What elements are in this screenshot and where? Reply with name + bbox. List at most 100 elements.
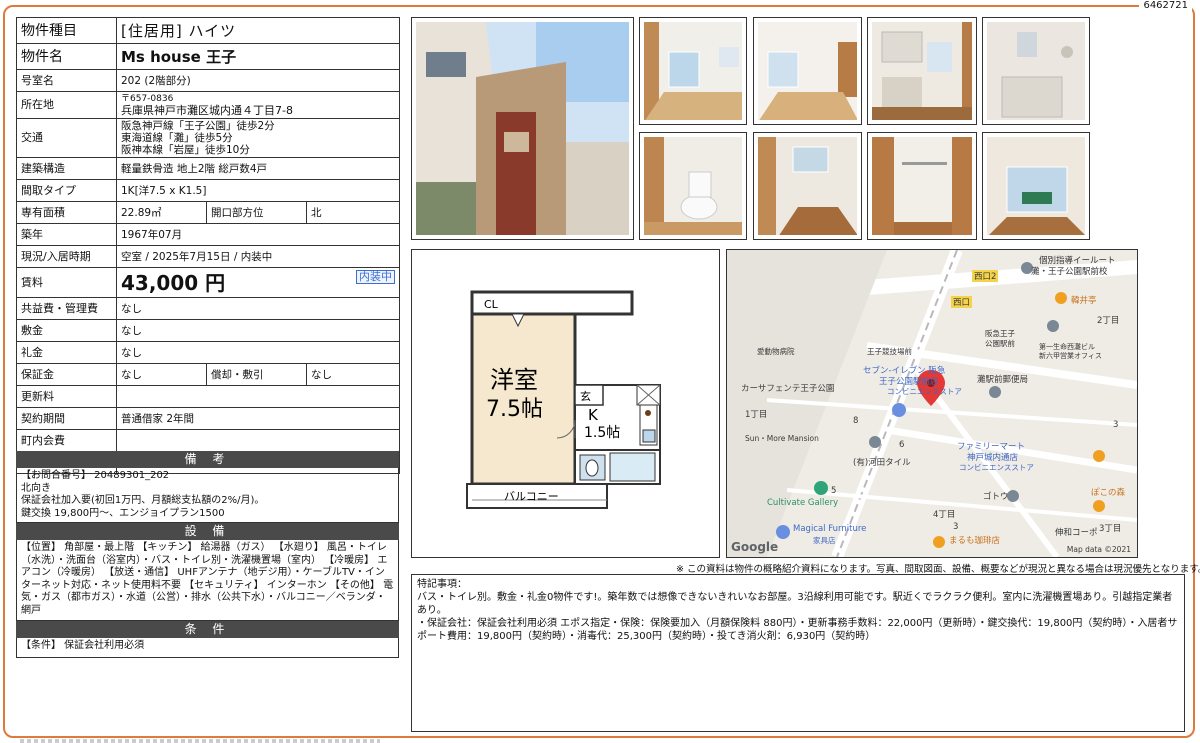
conditions-header: 条 件 <box>16 621 399 638</box>
location-map[interactable]: 個別指導イールート 灘・王子公園駅前校 西口2 西口 韓井亭 2丁目 阪急王子 … <box>726 249 1138 558</box>
structure-label: 建築構造 <box>16 157 117 180</box>
map-label: 3丁目 <box>1099 524 1122 534</box>
area-value: 22.89㎡ <box>116 201 207 224</box>
traffic-line-3: 阪神本線「岩屋」徒歩10分 <box>121 144 250 156</box>
floor-plan: CL 洋室 7.5帖 玄 K 1.5帖 バルコニー <box>411 249 720 558</box>
special-notes-box: 特記事項： バス・トイレ別。敷金・礼金0物件です!。築年数では想像できないきれい… <box>411 574 1185 732</box>
room-image-2 <box>758 22 857 120</box>
balcony-image <box>987 137 1085 235</box>
disclaimer-note: ※ この資料は物件の概略紹介資料になります。写真、間取図面、設備、概要などが現況… <box>676 564 1200 575</box>
contract-value: 普通借家 2年間 <box>115 407 401 430</box>
guarantee-value: なし <box>116 363 207 386</box>
map-label: 新六甲営業オフィス <box>1039 352 1102 360</box>
closet-image <box>872 137 972 235</box>
floor-plan-drawing: CL 洋室 7.5帖 玄 K 1.5帖 バルコニー <box>466 290 661 509</box>
special-notes-line-2: ・保証会社：保証会社利用必須 エポス指定・保険：保険要加入（月額保険料 880円… <box>417 618 1178 642</box>
plan-balcony: バルコニー <box>504 490 559 503</box>
equipment-text: 【位置】 角部屋・最上階 【キッチン】 給湯器（ガス） 【水廻り】 風呂・トイレ… <box>21 542 394 616</box>
layout-label: 間取タイプ <box>16 179 117 202</box>
map-label: 5 <box>831 486 837 496</box>
direction-label: 開口部方位 <box>206 201 307 224</box>
rent-value: 43,000 円 <box>121 270 226 295</box>
common-fee-label: 共益費・管理費 <box>16 297 117 320</box>
map-label: (有)河田タイル <box>853 458 911 468</box>
traffic-line-2: 東海道線「灘」徒歩5分 <box>121 132 233 144</box>
remarks-header: 備 考 <box>16 451 399 468</box>
property-name: Ms house 王子 <box>115 43 401 70</box>
entrance-photo[interactable] <box>753 132 862 240</box>
map-label: コンビニエンスストア <box>887 387 962 396</box>
map-label: 6 <box>899 440 905 450</box>
special-notes-title: 特記事項： <box>417 579 467 590</box>
room-photo-1[interactable] <box>639 17 747 125</box>
amortization-value: なし <box>305 363 401 386</box>
exterior-photo[interactable] <box>411 17 634 240</box>
google-logo: Google <box>731 540 779 554</box>
type-value: [住居用] ハイツ <box>115 17 401 44</box>
map-label: 3 <box>1113 420 1119 430</box>
interior-badge: 内装中 <box>356 270 396 284</box>
town-fee-label: 町内会費 <box>16 429 117 452</box>
rent-cell: 43,000 円 内装中 <box>115 267 401 298</box>
kitchen-photo[interactable] <box>867 17 977 125</box>
remarks-line-4: 鍵交換 19,800円〜、エンジョイプラン1500 <box>21 507 225 519</box>
footer-strip <box>20 739 380 743</box>
room-image-1 <box>644 22 742 120</box>
map-label: Cultivate Gallery <box>767 498 839 508</box>
layout-value: 1K[洋7.5 x K1.5] <box>115 179 401 202</box>
map-label: 1丁目 <box>745 410 768 420</box>
plan-kitchen: K <box>588 406 599 424</box>
deposit-label: 敷金 <box>16 319 117 342</box>
remarks-box: 【お問合番号】 20489301_202 北向き 保証会社加入要(初回1万円、月… <box>16 468 399 523</box>
map-label: 灘・王子公園駅前校 <box>1031 267 1108 277</box>
type-label: 物件種目 <box>16 17 117 44</box>
status-value: 空室 / 2025年7月15日 / 内装中 <box>115 245 401 268</box>
conditions-box: 【条件】 保証会社利用必須 <box>16 638 399 658</box>
map-label: 韓井亭 <box>1071 296 1097 306</box>
traffic-cell: 阪急神戸線「王子公園」徒歩2分 東海道線「灘」徒歩5分 阪神本線「岩屋」徒歩10… <box>115 118 401 158</box>
map-labels: 個別指導イールート 灘・王子公園駅前校 西口2 西口 韓井亭 2丁目 阪急王子 … <box>727 250 1137 557</box>
map-label: 2丁目 <box>1097 316 1120 326</box>
map-label: 灘駅前郵便局 <box>977 375 1029 385</box>
conditions-text: 【条件】 保証会社利用必須 <box>21 640 145 651</box>
key-money-label: 礼金 <box>16 341 117 364</box>
map-label: カーサフェンテ王子公園 <box>741 384 835 394</box>
map-label: コンビニエンスストア <box>959 463 1034 472</box>
traffic-line-1: 阪急神戸線「王子公園」徒歩2分 <box>121 120 275 132</box>
remarks-line-1: 【お問合番号】 20489301_202 <box>21 470 170 481</box>
kitchen-image <box>872 22 972 120</box>
name-label: 物件名 <box>16 43 117 70</box>
toilet-photo[interactable] <box>639 132 747 240</box>
map-attribution: Map data ©2021 <box>1066 545 1131 554</box>
amortization-label: 償却・敷引 <box>206 363 307 386</box>
map-label: Sun・More Mansion <box>745 434 819 443</box>
map-label: 8 <box>853 416 859 426</box>
plan-western-size: 7.5帖 <box>486 397 543 422</box>
remarks-line-3: 保証会社加入要(初回1万円、月額総支払額の2%/月)。 <box>21 495 265 506</box>
rent-label: 賃料 <box>16 267 117 298</box>
map-label: 3 <box>953 522 959 532</box>
map-label: 伸和コーポ <box>1055 528 1098 538</box>
plan-kitchen-size: 1.5帖 <box>584 425 620 441</box>
map-label: Magical Furniture <box>793 524 867 534</box>
area-label: 専有面積 <box>16 201 117 224</box>
map-label: まるも珈琲店 <box>949 536 1001 546</box>
renewal-value <box>115 385 401 408</box>
closet-photo[interactable] <box>867 132 977 240</box>
map-label: ぽこの森 <box>1091 488 1126 498</box>
room-photo-2[interactable] <box>753 17 862 125</box>
map-label: 愛動物病院 <box>757 347 795 356</box>
map-label: 王子競技場前 <box>867 347 912 356</box>
equipment-box: 【位置】 角部屋・最上階 【キッチン】 給湯器（ガス） 【水廻り】 風呂・トイレ… <box>16 540 399 621</box>
toilet-image <box>644 137 742 235</box>
guarantee-label: 保証金 <box>16 363 117 386</box>
renewal-label: 更新料 <box>16 385 117 408</box>
town-fee-value <box>115 429 401 452</box>
built-label: 築年 <box>16 223 117 246</box>
status-label: 現況/入居時期 <box>16 245 117 268</box>
bath-photo[interactable] <box>982 17 1090 125</box>
balcony-photo[interactable] <box>982 132 1090 240</box>
exterior-image <box>416 22 629 235</box>
room-label: 号室名 <box>16 69 117 92</box>
map-label: 家具店 <box>813 536 836 545</box>
